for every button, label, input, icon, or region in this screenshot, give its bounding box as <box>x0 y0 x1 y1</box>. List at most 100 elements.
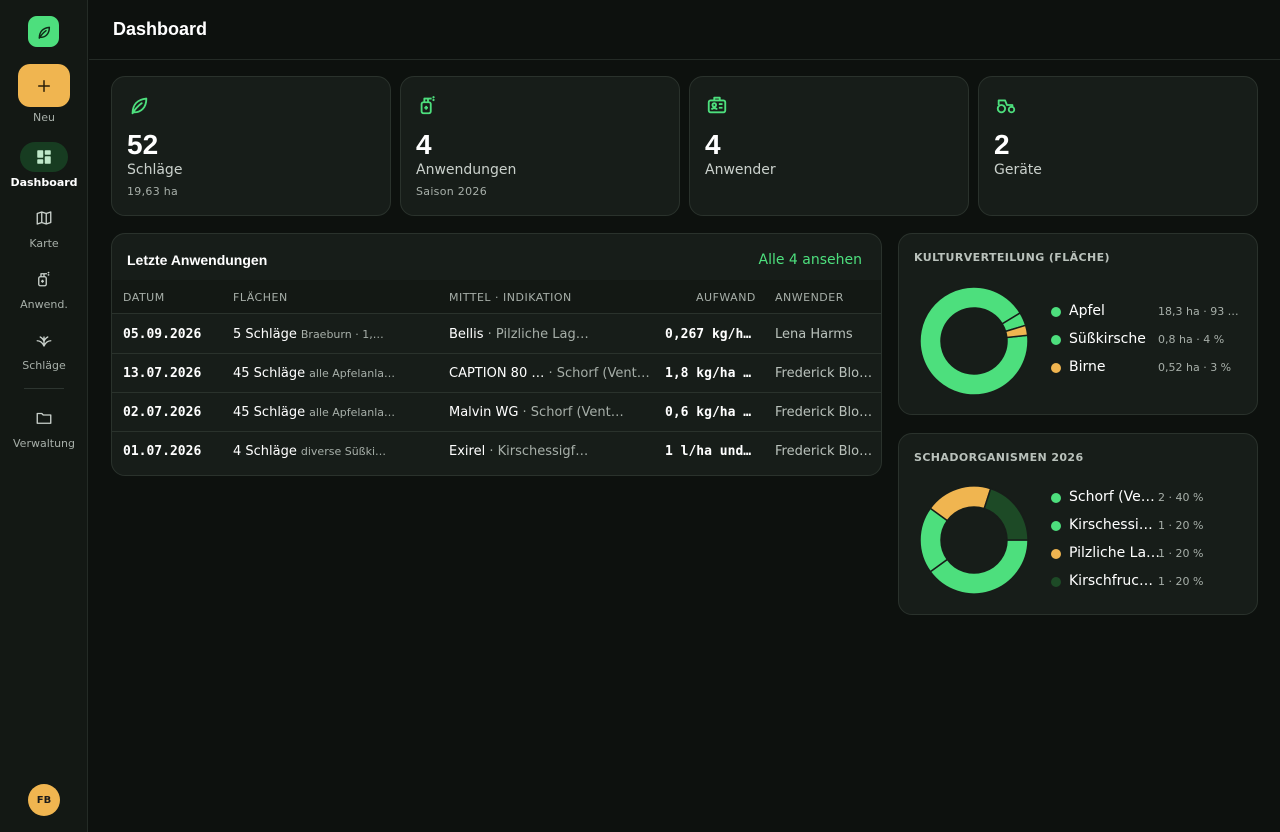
sidebar-item-anwendungen[interactable] <box>28 264 60 294</box>
cell-datum: 13.07.2026 <box>123 366 202 381</box>
indikation: · Schorf (Vent… <box>544 366 650 381</box>
flaechen-count: 45 Schläge <box>233 405 306 420</box>
stat-card-schlaege[interactable]: 52 Schläge 19,63 ha <box>111 76 391 216</box>
stat-label: Geräte <box>994 162 1042 178</box>
donut-slice[interactable] <box>929 485 992 522</box>
sidebar: Neu Dashboard Karte Anwend. Schläge Verw… <box>0 0 88 832</box>
column-header-datum[interactable]: DATUM <box>123 291 165 304</box>
column-header-anwender[interactable]: ANWENDER <box>775 291 844 304</box>
cell-datum: 05.09.2026 <box>123 327 202 342</box>
crop-distribution-donut <box>919 286 1029 396</box>
stat-card-anwender[interactable]: 4 Anwender <box>689 76 969 216</box>
indikation: · Pilzliche Lag… <box>483 327 589 342</box>
folder-icon <box>36 412 52 424</box>
column-header-mittel[interactable]: MITTEL · INDIKATION <box>449 291 572 304</box>
legend-label: Pilzliche La… <box>1069 545 1161 561</box>
cell-anwender: Frederick Blo… <box>775 405 873 420</box>
table-header: DATUM FLÄCHEN MITTEL · INDIKATION AUFWAN… <box>112 280 881 314</box>
flaechen-detail: alle Apfelanla… <box>309 367 395 380</box>
cell-anwender: Frederick Blo… <box>775 366 873 381</box>
stat-sub: 19,63 ha <box>127 185 179 198</box>
dashboard-icon <box>37 150 51 164</box>
legend-label: Kirschfruc… <box>1069 573 1153 589</box>
sidebar-item-label[interactable]: Karte <box>0 237 88 250</box>
legend-value: 0,52 ha · 3 % <box>1158 361 1232 374</box>
new-button-label: Neu <box>33 111 55 124</box>
flaechen-detail: Braeburn · 1,… <box>300 328 384 341</box>
legend-label: Kirschessi… <box>1069 517 1153 533</box>
stat-value: 4 <box>705 129 721 160</box>
sidebar-item-label[interactable]: Schläge <box>0 359 88 372</box>
donut-slice[interactable] <box>929 539 1029 595</box>
legend-item[interactable]: Pilzliche La… 1 · 20 % <box>1051 544 1251 564</box>
legend-swatch <box>1051 335 1061 345</box>
sidebar-item-label[interactable]: Anwend. <box>0 298 88 311</box>
sidebar-item-verwaltung[interactable] <box>28 403 60 433</box>
table-row[interactable]: 01.07.2026 4 Schläge diverse Süßki… Exirel … <box>112 432 881 471</box>
legend-value: 1 · 20 % <box>1158 575 1204 588</box>
sidebar-item-schlaege[interactable] <box>28 325 60 355</box>
cell-aufwand: 0,6 kg/ha … <box>665 405 751 420</box>
legend-swatch <box>1051 549 1061 559</box>
app-logo[interactable] <box>28 16 59 47</box>
cell-flaechen: 5 Schläge Braeburn · 1,… <box>233 327 438 342</box>
table-row[interactable]: 13.07.2026 45 Schläge alle Apfelanla… CAPTI… <box>112 354 881 393</box>
plant-icon <box>36 336 52 347</box>
table-row[interactable]: 05.09.2026 5 Schläge Braeburn · 1,… Bellis … <box>112 315 881 354</box>
user-avatar[interactable]: FB <box>28 784 60 816</box>
cell-datum: 02.07.2026 <box>123 405 202 420</box>
cell-mittel: Malvin WG · Schorf (Vent… <box>449 405 654 420</box>
stat-value: 4 <box>416 129 432 160</box>
sidebar-item-dashboard[interactable] <box>20 142 68 172</box>
flaechen-count: 4 Schläge <box>233 444 297 459</box>
legend-item[interactable]: Kirschessi… 1 · 20 % <box>1051 516 1251 536</box>
legend-value: 18,3 ha · 93 … <box>1158 305 1239 318</box>
cell-anwender: Lena Harms <box>775 327 853 342</box>
flaechen-count: 5 Schläge <box>233 327 297 342</box>
legend-item[interactable]: Birne 0,52 ha · 3 % <box>1051 358 1251 378</box>
legend-item[interactable]: Kirschfruc… 1 · 20 % <box>1051 572 1251 592</box>
indikation: · Schorf (Vent… <box>518 405 624 420</box>
stat-card-geraete[interactable]: 2 Geräte <box>978 76 1258 216</box>
legend-item[interactable]: Süßkirsche 0,8 ha · 4 % <box>1051 330 1251 350</box>
cell-mittel: Bellis · Pilzliche Lag… <box>449 327 654 342</box>
stat-card-anwendungen[interactable]: 4 Anwendungen Saison 2026 <box>400 76 680 216</box>
table-row[interactable]: 02.07.2026 45 Schläge alle Apfelanla… Malvi… <box>112 393 881 432</box>
legend-value: 0,8 ha · 4 % <box>1158 333 1225 346</box>
legend-swatch <box>1051 307 1061 317</box>
recent-applications-card: Letzte Anwendungen Alle 4 ansehen DATUM … <box>111 233 882 476</box>
donut-slice[interactable] <box>919 286 1029 396</box>
crop-distribution-card: KULTURVERTEILUNG (FLÄCHE) Apfel 18,3 ha ·… <box>898 233 1258 415</box>
cell-mittel: CAPTION 80 … · Schorf (Vent… <box>449 366 654 381</box>
view-all-link[interactable]: Alle 4 ansehen <box>759 252 863 268</box>
cell-flaechen: 45 Schläge alle Apfelanla… <box>233 405 438 420</box>
pest-distribution-donut <box>919 485 1029 595</box>
legend-item[interactable]: Schorf (Ve… 2 · 40 % <box>1051 488 1251 508</box>
stat-label: Anwender <box>705 162 776 178</box>
column-header-flaechen[interactable]: FLÄCHEN <box>233 291 288 304</box>
cell-aufwand: 0,267 kg/h… <box>665 327 751 342</box>
cell-aufwand: 1,8 kg/ha … <box>665 366 751 381</box>
cell-anwender: Frederick Blo… <box>775 444 873 459</box>
sidebar-item-karte[interactable] <box>28 203 60 233</box>
cell-flaechen: 45 Schläge alle Apfelanla… <box>233 366 438 381</box>
sidebar-item-label[interactable]: Verwaltung <box>0 437 88 450</box>
sidebar-item-label[interactable]: Dashboard <box>0 176 88 189</box>
legend-value: 1 · 20 % <box>1158 547 1204 560</box>
legend-swatch <box>1051 363 1061 373</box>
mittel-name: Bellis <box>449 327 484 342</box>
cell-aufwand: 1 l/ha und… <box>665 444 751 459</box>
legend-label: Schorf (Ve… <box>1069 489 1155 505</box>
mittel-name: Exirel <box>449 444 486 459</box>
column-header-aufwand[interactable]: AUFWAND <box>696 291 756 304</box>
donut-slice[interactable] <box>983 487 1029 541</box>
cell-flaechen: 4 Schläge diverse Süßki… <box>233 444 438 459</box>
cell-datum: 01.07.2026 <box>123 444 202 459</box>
tractor-icon <box>996 99 1016 114</box>
map-icon <box>36 211 52 225</box>
legend-item[interactable]: Apfel 18,3 ha · 93 … <box>1051 302 1251 322</box>
new-button[interactable] <box>18 64 70 107</box>
indikation: · Kirschessigf… <box>485 444 589 459</box>
spray-icon <box>420 95 435 115</box>
pest-distribution-card: SCHADORGANISMEN 2026 Schorf (Ve… 2 · 40 %… <box>898 433 1258 615</box>
